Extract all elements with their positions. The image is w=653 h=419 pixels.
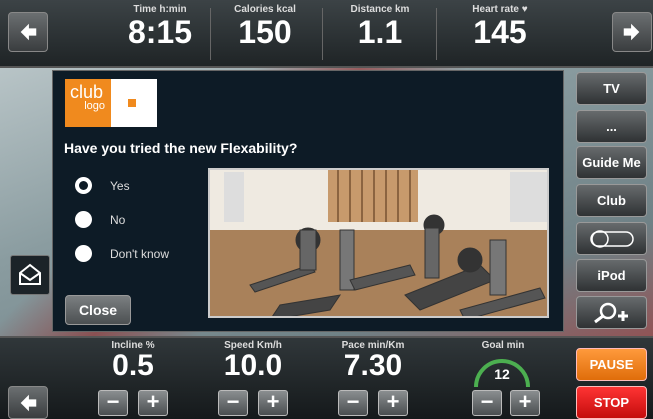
tv-button[interactable]: TV — [576, 72, 647, 105]
ipod-button[interactable]: iPod — [576, 259, 647, 292]
radio-dont-know[interactable] — [75, 245, 92, 262]
club-logo-mark — [111, 79, 157, 127]
radio-no[interactable] — [75, 211, 92, 228]
stop-button[interactable]: STOP — [576, 386, 647, 419]
metric-value: 8:15 — [127, 14, 193, 50]
envelope-icon — [19, 263, 41, 285]
pace-plus-button[interactable]: + — [378, 390, 408, 416]
club-button[interactable]: Club — [576, 184, 647, 217]
pace-control: Pace min/Km 7.30 — [313, 340, 433, 381]
pause-label: PAUSE — [589, 357, 634, 372]
pause-button[interactable]: PAUSE — [576, 348, 647, 381]
more-label: ... — [606, 119, 617, 134]
divider — [322, 8, 323, 60]
stop-label: STOP — [593, 395, 630, 410]
metric-time: Time h:min 8:15 — [105, 4, 215, 49]
forward-button[interactable] — [612, 12, 652, 52]
guide-me-label: Guide Me — [582, 155, 641, 170]
survey-dialog: club logo Have you tried the new Flexabi… — [52, 70, 564, 332]
metric-calories: Calories kcal 150 — [210, 4, 320, 49]
tv-label: TV — [603, 81, 620, 96]
guide-me-button[interactable]: Guide Me — [576, 146, 647, 179]
message-button[interactable] — [10, 255, 50, 295]
speed-minus-button[interactable]: − — [218, 390, 248, 416]
club-label: Club — [597, 193, 626, 208]
option-label: Don't know — [110, 246, 169, 261]
club-logo: club logo — [65, 79, 157, 127]
toggle-icon — [589, 229, 634, 248]
close-label: Close — [78, 302, 118, 318]
bottom-back-button[interactable] — [8, 386, 48, 419]
option-no[interactable]: No — [75, 211, 125, 228]
option-label: No — [110, 212, 126, 227]
option-dont-know[interactable]: Don't know — [75, 245, 169, 262]
option-yes[interactable]: Yes — [75, 177, 130, 194]
control-value: 7.30 — [343, 349, 403, 382]
more-button[interactable]: ... — [576, 110, 647, 143]
control-value: 0.5 — [112, 349, 154, 382]
fitness-equipment-photo — [208, 168, 549, 318]
close-button[interactable]: Close — [65, 295, 131, 325]
club-logo-text: club logo — [65, 79, 111, 127]
incline-control: Incline % 0.5 — [73, 340, 193, 381]
option-label: Yes — [110, 178, 130, 193]
search-plus-button[interactable] — [576, 296, 647, 329]
metric-value: 1.1 — [357, 14, 403, 50]
metric-value: 145 — [473, 14, 527, 50]
survey-question: Have you tried the new Flexability? — [64, 140, 298, 156]
incline-minus-button[interactable]: − — [98, 390, 128, 416]
speed-plus-button[interactable]: + — [258, 390, 288, 416]
arrow-right-icon — [623, 23, 640, 41]
speed-control: Speed Km/h 10.0 — [193, 340, 313, 381]
radio-yes[interactable] — [75, 177, 92, 194]
arrow-left-icon — [20, 23, 37, 41]
goal-plus-button[interactable]: + — [510, 390, 540, 416]
search-plus-icon — [593, 302, 628, 323]
divider — [436, 8, 437, 60]
pace-minus-button[interactable]: − — [338, 390, 368, 416]
metric-distance: Distance km 1.1 — [325, 4, 435, 49]
control-label: Goal min — [481, 340, 525, 351]
gym-scene — [210, 170, 547, 316]
incline-plus-button[interactable]: + — [138, 390, 168, 416]
ipod-label: iPod — [597, 268, 626, 283]
goal-control: Goal min — [443, 340, 563, 351]
control-value: 10.0 — [223, 349, 283, 382]
arrow-left-icon — [20, 394, 37, 411]
metric-value: 150 — [238, 14, 292, 50]
goal-minus-button[interactable]: − — [472, 390, 502, 416]
back-button[interactable] — [8, 12, 48, 52]
metric-heart-rate: Heart rate ♥ 145 — [445, 4, 555, 49]
goal-value: 12 — [494, 366, 510, 382]
toggle-button[interactable] — [576, 222, 647, 255]
